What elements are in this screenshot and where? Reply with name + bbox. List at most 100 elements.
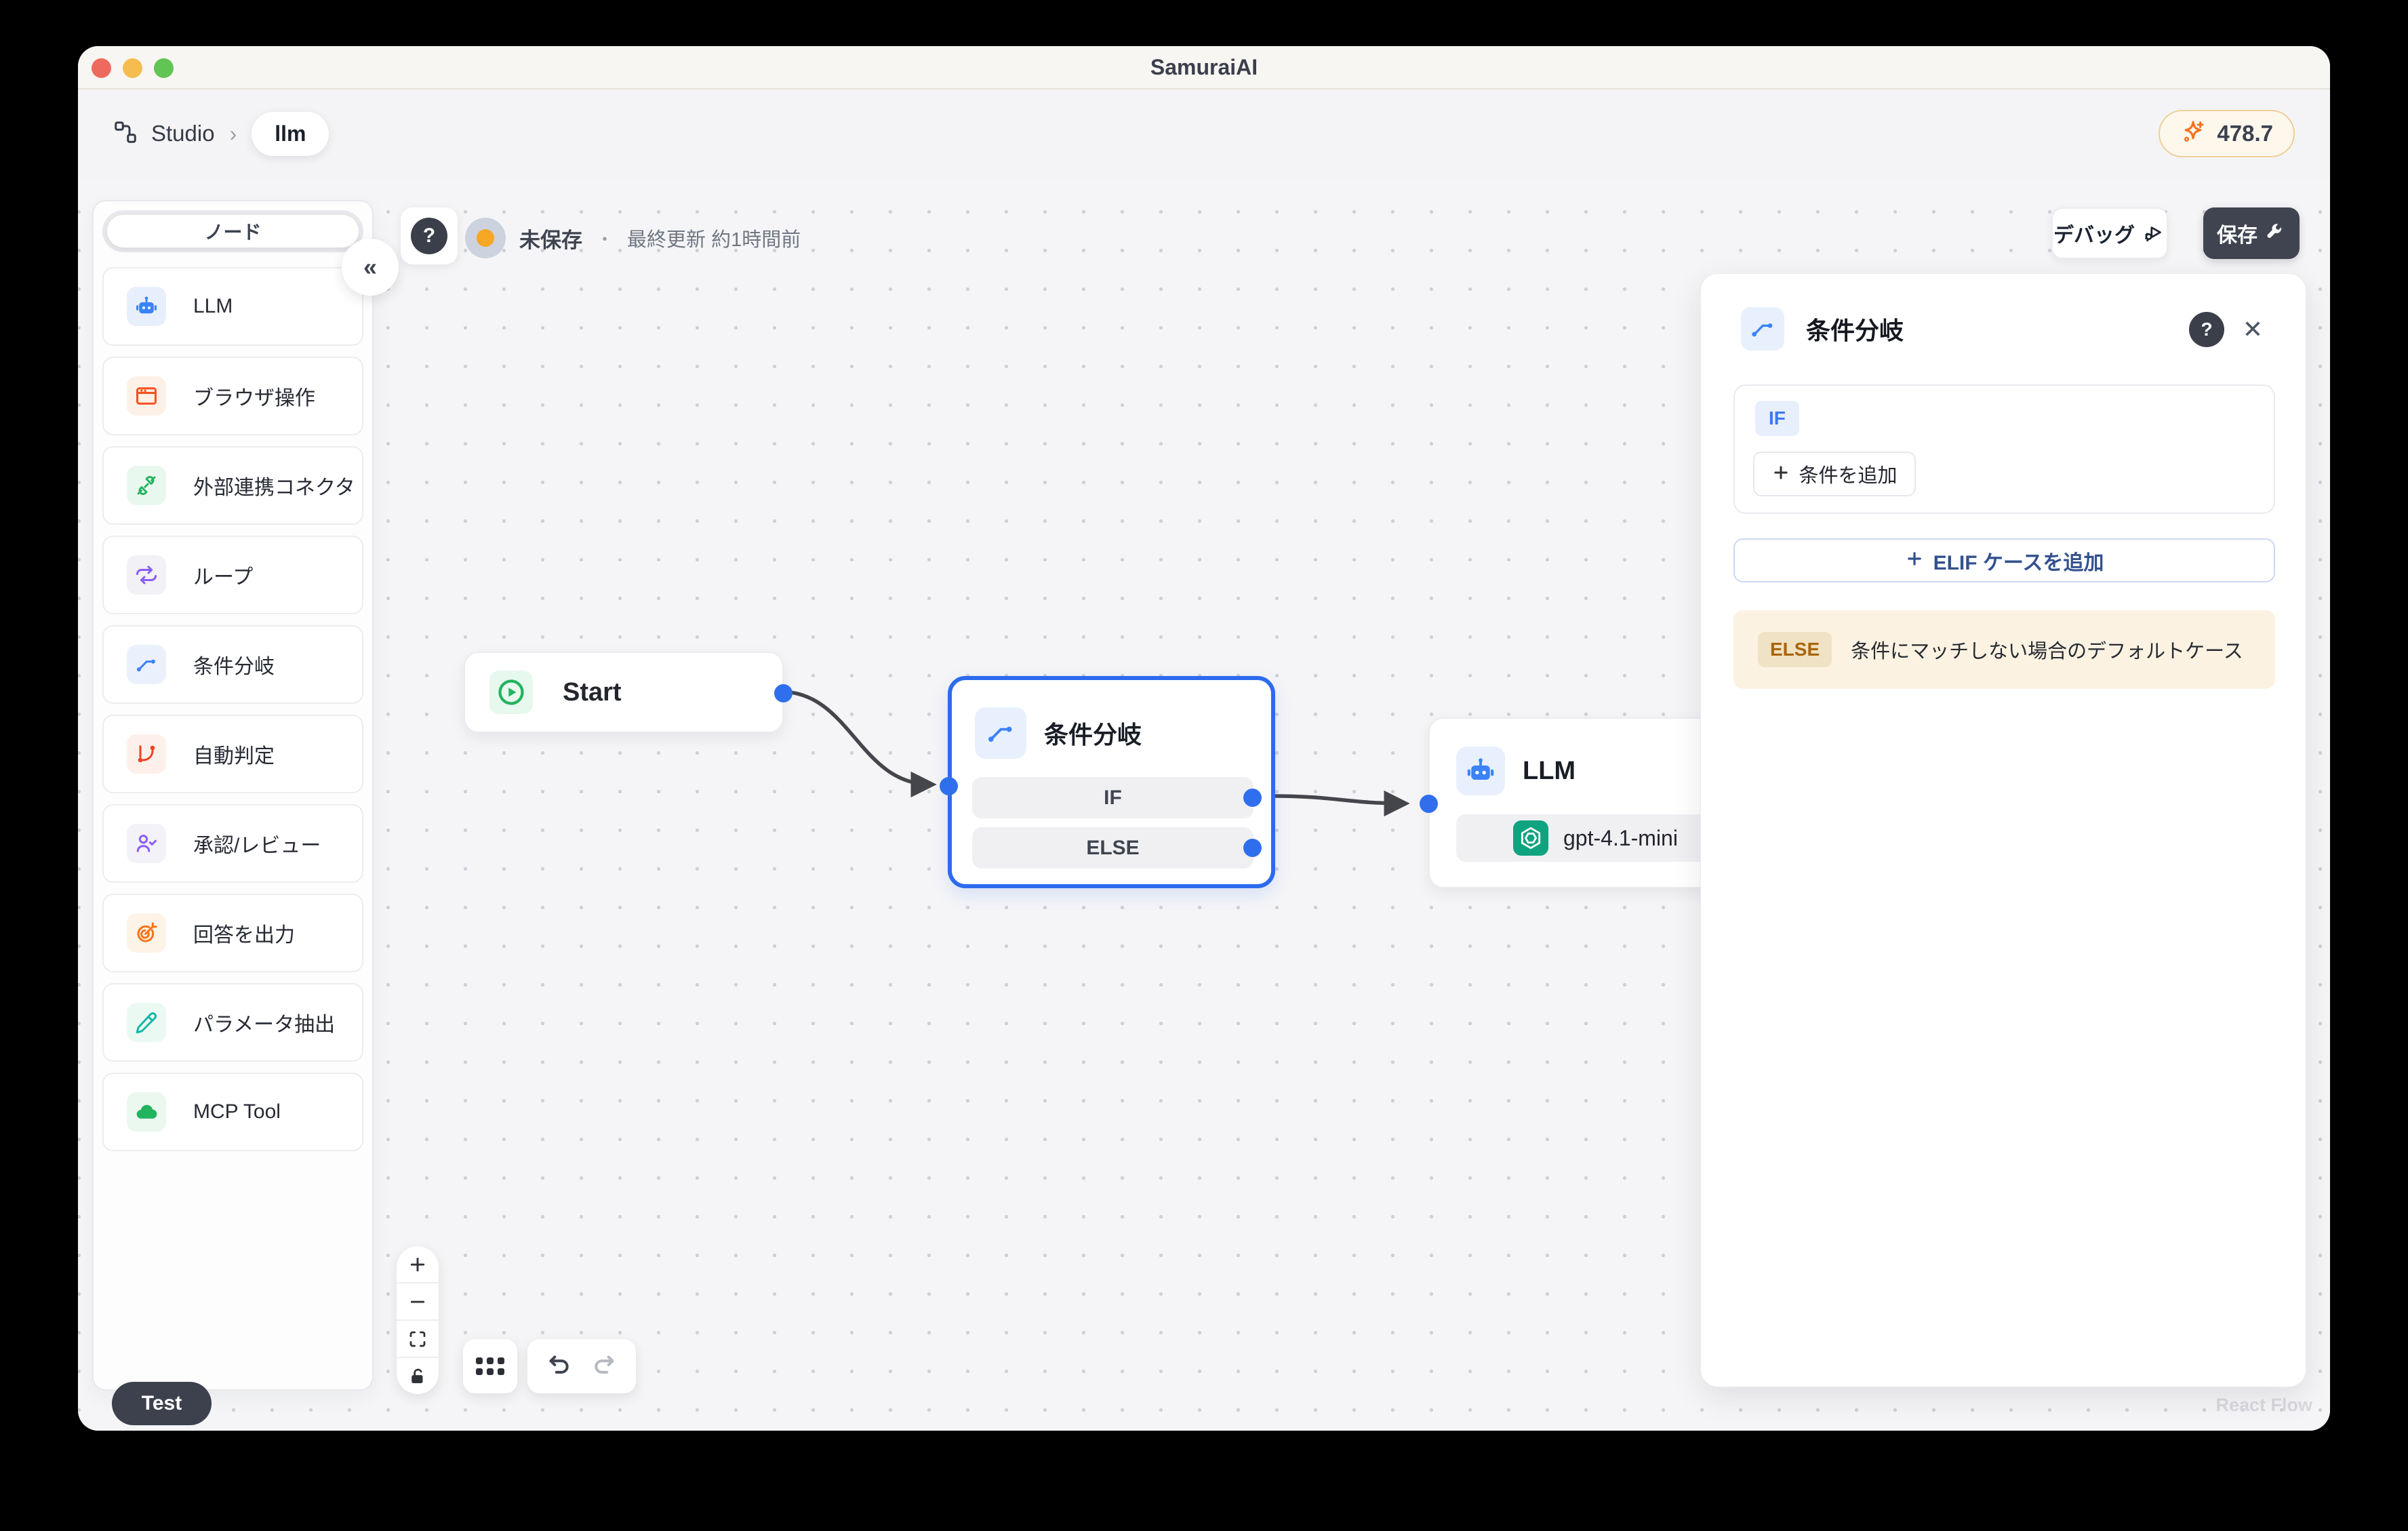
sidebar-item-auto-judge[interactable]: 自動判定 <box>102 715 363 793</box>
llm-input-handle[interactable] <box>1420 795 1438 813</box>
edge-start-to-branch[interactable] <box>780 690 937 798</box>
llm-node-header: LLM <box>1456 747 1576 795</box>
target-icon <box>127 913 166 953</box>
close-window-button[interactable] <box>92 58 111 78</box>
git-branch-icon <box>127 734 166 774</box>
branch-icon <box>1741 307 1784 351</box>
zoom-in-button[interactable] <box>397 1246 439 1282</box>
llm-model-row[interactable]: gpt-4.1-mini <box>1456 814 1741 862</box>
credits-badge[interactable]: 478.7 <box>2159 110 2295 157</box>
panel-help-button[interactable]: ? <box>2189 312 2224 347</box>
add-condition-button[interactable]: 条件を追加 <box>1753 452 1916 496</box>
start-output-handle[interactable] <box>774 684 792 702</box>
robot-icon <box>1456 747 1505 795</box>
sidebar-item-label: 自動判定 <box>193 745 275 768</box>
sidebar-item-mcp-tool[interactable]: MCP Tool <box>102 1073 363 1151</box>
start-node[interactable]: Start <box>464 652 792 733</box>
branch-else-output-handle[interactable] <box>1243 839 1262 857</box>
app-window: SamuraiAI Studio › llm 478.7 ? 未保存 ・ 最終更… <box>78 46 2330 1431</box>
branch-node[interactable]: 条件分岐 IF ELSE <box>940 676 1275 888</box>
redo-button[interactable] <box>590 1351 618 1382</box>
debug-button-label: デバッグ <box>2053 224 2135 247</box>
branch-icon <box>975 707 1026 759</box>
sidebar-item-connector[interactable]: 外部連携コネクタ <box>102 446 363 525</box>
plug-icon <box>127 466 166 505</box>
robot-icon <box>127 287 166 326</box>
status-separator: ・ <box>596 228 614 250</box>
flow-canvas[interactable]: ? 未保存 ・ 最終更新 約1時間前 デバッグ 保存 Start 条件分岐 IF… <box>78 178 2330 1431</box>
browser-icon <box>127 376 166 416</box>
node-sidebar: ノード LLM ブラウザ操作 外部連携コネクタ ループ 条件分岐 自動判定 承認… <box>92 200 374 1391</box>
credits-value: 478.7 <box>2217 121 2273 146</box>
llm-node-title: LLM <box>1523 756 1576 785</box>
sidebar-item-branch[interactable]: 条件分岐 <box>102 625 363 704</box>
branch-if-output-handle[interactable] <box>1243 789 1262 807</box>
sidebar-item-llm[interactable]: LLM <box>102 267 363 346</box>
branch-row-else[interactable]: ELSE <box>972 827 1253 869</box>
sidebar-item-label: パラメータ抽出 <box>193 1014 336 1036</box>
panel-title: 条件分岐 <box>1806 317 1904 344</box>
history-controls <box>527 1339 636 1393</box>
lock-button[interactable] <box>397 1357 439 1394</box>
sidebar-item-parameter-extract[interactable]: パラメータ抽出 <box>102 983 363 1062</box>
node-list: LLM ブラウザ操作 外部連携コネクタ ループ 条件分岐 自動判定 承認/レビュ… <box>102 267 363 1151</box>
sidebar-collapse-button[interactable]: « <box>342 239 399 296</box>
zoom-window-button[interactable] <box>154 58 174 78</box>
loop-icon <box>127 555 166 595</box>
edge-branch-if-to-llm[interactable] <box>1275 790 1410 817</box>
help-icon: ? <box>411 218 447 254</box>
sparkles-icon <box>2180 119 2206 148</box>
breadcrumb-current-workflow[interactable]: llm <box>252 111 329 156</box>
play-circle-icon <box>489 671 533 714</box>
bug-play-icon <box>2143 220 2166 247</box>
else-badge: ELSE <box>1758 632 1832 667</box>
else-description: 条件にマッチしない場合のデフォルトケース <box>1851 641 2243 662</box>
plus-icon <box>1905 549 1924 572</box>
undo-button[interactable] <box>546 1351 573 1382</box>
breadcrumb: Studio › llm <box>113 111 329 156</box>
save-status-label: 未保存 <box>519 228 582 252</box>
sidebar-item-label: ループ <box>193 566 254 589</box>
sidebar-item-output-answer[interactable]: 回答を出力 <box>102 894 363 972</box>
openai-icon <box>1513 820 1548 856</box>
sidebar-item-label: 回答を出力 <box>193 924 295 947</box>
debug-button[interactable]: デバッグ <box>2051 207 2168 259</box>
fit-view-button[interactable] <box>397 1319 439 1357</box>
close-icon[interactable]: ✕ <box>2235 312 2270 347</box>
status-avatar <box>465 218 506 258</box>
start-node-title: Start <box>563 677 622 707</box>
pen-icon <box>127 1003 166 1042</box>
tab-nodes[interactable]: ノード <box>107 215 359 247</box>
llm-model-name: gpt-4.1-mini <box>1563 825 1678 850</box>
branch-node-header: 条件分岐 <box>975 707 1142 759</box>
wrench-icon <box>2266 222 2286 245</box>
sidebar-item-approval-review[interactable]: 承認/レビュー <box>102 804 363 883</box>
branch-node-title: 条件分岐 <box>1044 721 1142 749</box>
header-bar: Studio › llm 478.7 <box>78 90 2330 178</box>
zoom-out-button[interactable] <box>397 1282 439 1319</box>
zoom-controls <box>397 1246 439 1394</box>
sidebar-item-loop[interactable]: ループ <box>102 536 363 614</box>
workflow-icon <box>113 120 138 148</box>
if-case-card: IF 条件を追加 <box>1733 384 2275 514</box>
grid-layout-button[interactable] <box>463 1339 517 1393</box>
save-button-label: 保存 <box>2217 224 2258 247</box>
breadcrumb-studio[interactable]: Studio <box>151 121 215 146</box>
add-elif-button[interactable]: ELIF ケースを追加 <box>1733 538 2275 582</box>
branch-row-if[interactable]: IF <box>972 777 1253 818</box>
sidebar-item-label: 条件分岐 <box>193 656 275 678</box>
else-case-row: ELSE 条件にマッチしない場合のデフォルトケース <box>1733 610 2275 689</box>
branch-input-handle[interactable] <box>940 777 958 795</box>
panel-header: 条件分岐 ? ✕ <box>1701 274 2306 384</box>
help-button[interactable]: ? <box>401 207 458 264</box>
sidebar-item-label: 外部連携コネクタ <box>193 477 355 499</box>
sidebar-item-label: ブラウザ操作 <box>193 387 315 410</box>
last-updated-label: 最終更新 約1時間前 <box>627 229 801 251</box>
sidebar-item-browser[interactable]: ブラウザ操作 <box>102 357 363 435</box>
sidebar-item-label: LLM <box>193 295 233 317</box>
window-title: SamuraiAI <box>1150 54 1258 79</box>
save-status-row: 未保存 ・ 最終更新 約1時間前 <box>465 218 801 258</box>
minimize-window-button[interactable] <box>123 58 142 78</box>
grid-dots-icon <box>476 1357 504 1375</box>
save-button[interactable]: 保存 <box>2203 207 2300 259</box>
